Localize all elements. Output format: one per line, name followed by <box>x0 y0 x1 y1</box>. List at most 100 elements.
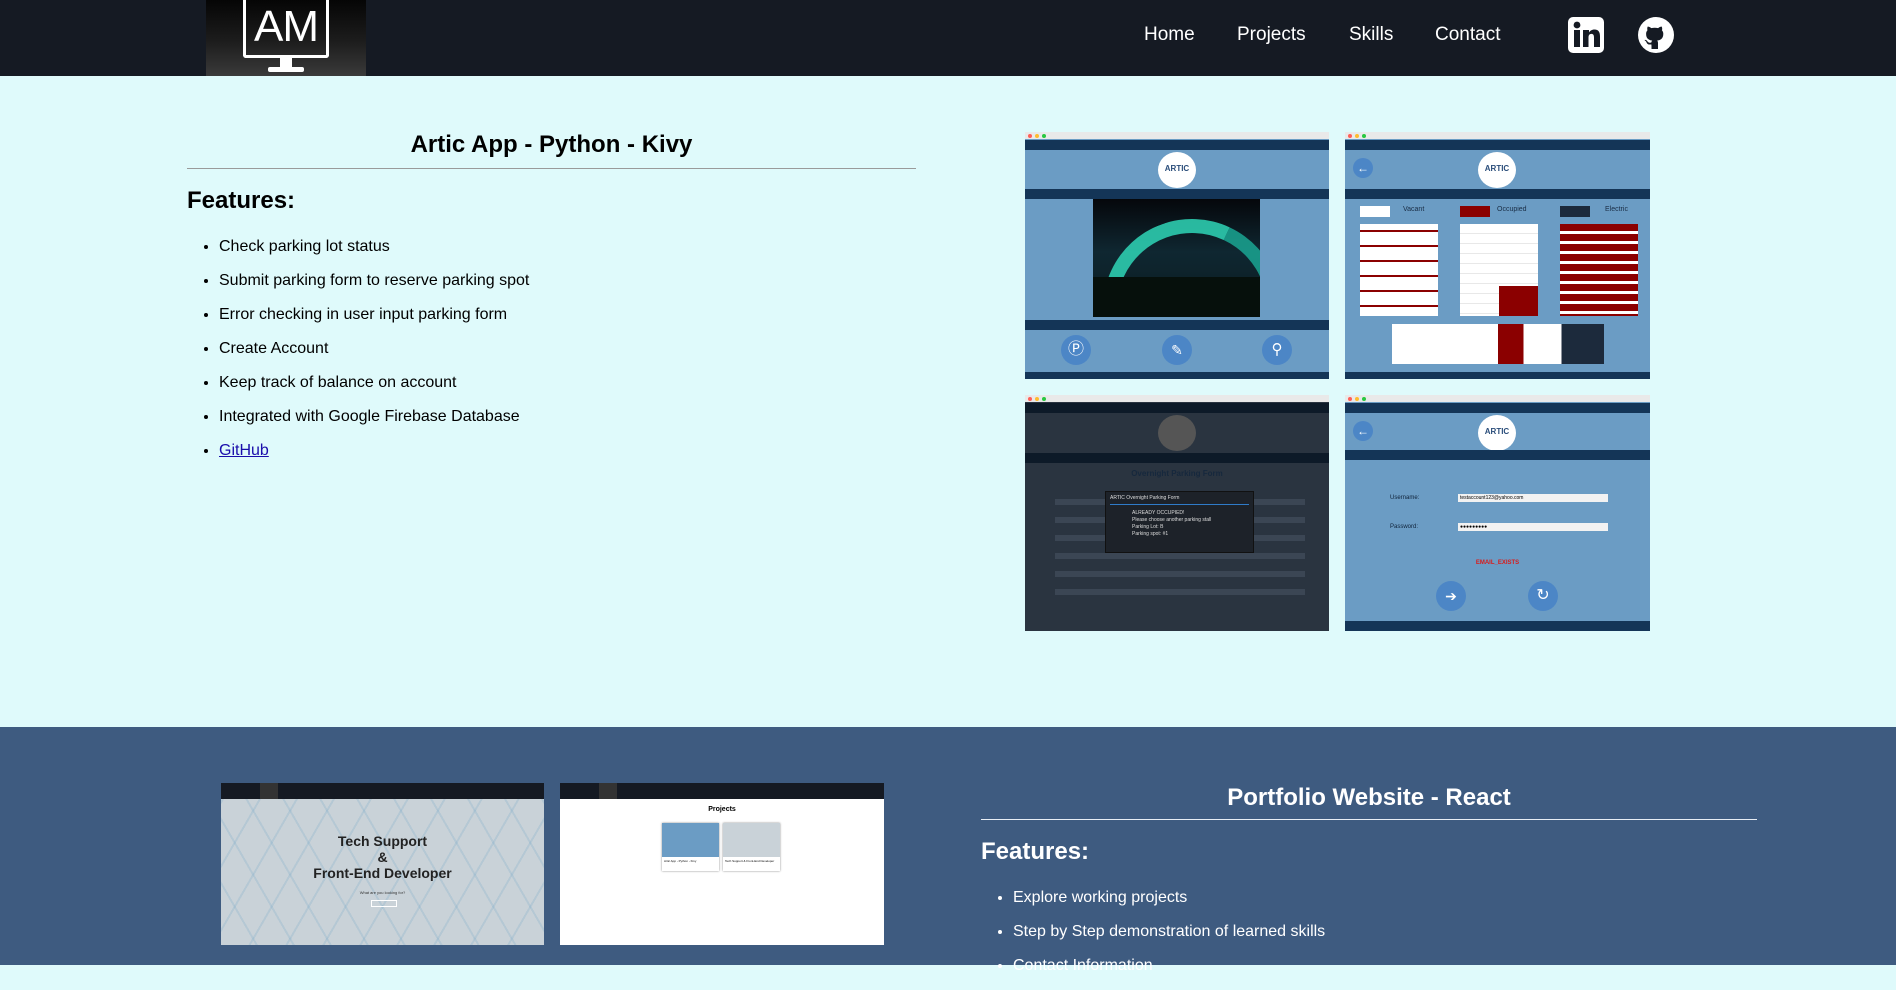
search-icon[interactable]: ⚲ <box>1262 335 1292 365</box>
parking-icon[interactable]: Ⓟ <box>1061 335 1091 365</box>
github-icon[interactable] <box>1637 16 1675 54</box>
username-label: Username: <box>1390 495 1420 501</box>
parking-row-bottom <box>1392 324 1604 364</box>
feature-item: Create Account <box>219 339 529 373</box>
legend-occupied-swatch <box>1460 206 1490 217</box>
screenshot-login[interactable]: ← ARTIC Username: testaccount123@yahoo.c… <box>1345 395 1650 631</box>
app-band <box>1345 450 1650 460</box>
window-min-dot <box>1355 397 1359 401</box>
features-heading: Features: <box>981 838 1090 865</box>
window-titlebar <box>1345 395 1650 402</box>
thumb-hero-button <box>371 900 397 907</box>
window-close-dot <box>1348 397 1352 401</box>
legend-electric-swatch <box>1560 206 1590 217</box>
logo-base <box>268 67 304 72</box>
station-photo <box>1093 199 1260 317</box>
thumb-card-image <box>723 823 780 857</box>
window-titlebar <box>1025 132 1329 139</box>
thumb-projects-page[interactable]: Projects Artic App - Python - Kivy Tech … <box>560 783 884 945</box>
nav-link-contact[interactable]: Contact <box>1435 24 1500 46</box>
password-label: Password: <box>1390 524 1419 530</box>
legend-vacant-swatch <box>1360 206 1390 217</box>
app-band <box>1345 140 1650 150</box>
app-band <box>1345 189 1650 199</box>
artic-logo-dimmed <box>1158 415 1196 451</box>
window-max-dot <box>1362 397 1366 401</box>
feature-item: Check parking lot status <box>219 237 529 271</box>
feature-item: Contact Information <box>1013 956 1325 990</box>
popup-message: ALREADY OCCUPIED! Please choose another … <box>1132 510 1212 537</box>
login-error: EMAIL_EXISTS <box>1475 560 1520 566</box>
screenshot-parking-form[interactable]: Overnight Parking Form ARTIC Overnight P… <box>1025 395 1329 631</box>
app-band <box>1025 140 1329 150</box>
thumb-hero-sub: What are you looking for? <box>359 890 406 895</box>
app-band <box>1025 403 1329 413</box>
window-max-dot <box>1042 134 1046 138</box>
features-list: Check parking lot status Submit parking … <box>187 237 529 475</box>
window-titlebar <box>1025 395 1329 402</box>
app-band <box>1025 189 1329 199</box>
feature-item-github: GitHub <box>219 441 529 475</box>
app-band <box>1345 403 1650 413</box>
navbar: AM Home Projects Skills Contact <box>0 0 1896 76</box>
form-title: Overnight Parking Form <box>1131 469 1223 478</box>
window-close-dot <box>1028 397 1032 401</box>
reset-icon[interactable]: ↻ <box>1528 581 1558 611</box>
thumb-home-page[interactable]: Tech Support & Front-End Developer What … <box>221 783 544 945</box>
window-titlebar <box>1345 132 1650 139</box>
back-icon[interactable]: ← <box>1353 158 1373 178</box>
thumb-project-card: Tech Support & Front-End Developer <box>723 823 780 871</box>
legend-occupied-label: Occupied <box>1497 206 1527 213</box>
form-icon[interactable]: ✎ <box>1162 335 1192 365</box>
github-link[interactable]: GitHub <box>219 442 269 459</box>
linkedin-icon[interactable] <box>1567 16 1605 54</box>
feature-item: Step by Step demonstration of learned sk… <box>1013 922 1325 956</box>
thumb-hero-heading: Tech Support & Front-End Developer <box>313 833 452 881</box>
project-title: Portfolio Website - React <box>1227 784 1511 811</box>
popup-dialog: ARTIC Overnight Parking Form ALREADY OCC… <box>1105 491 1254 553</box>
project-title: Artic App - Python - Kivy <box>410 131 693 158</box>
title-divider <box>981 819 1757 820</box>
password-field[interactable]: ●●●●●●●●● <box>1458 523 1608 531</box>
thumb-logo <box>599 783 617 799</box>
thumb-logo <box>260 783 278 799</box>
legend-electric-label: Electric <box>1605 206 1628 213</box>
features-list: Explore working projects Step by Step de… <box>981 888 1325 990</box>
username-field[interactable]: testaccount123@yahoo.com <box>1458 494 1608 502</box>
occupied-block <box>1499 286 1538 316</box>
window-max-dot <box>1042 397 1046 401</box>
feature-item: Submit parking form to reserve parking s… <box>219 271 529 305</box>
parking-lot-a <box>1360 224 1438 316</box>
parking-lot-c <box>1560 224 1638 316</box>
window-max-dot <box>1362 134 1366 138</box>
logo-text: AM <box>243 0 329 58</box>
feature-item: Integrated with Google Firebase Database <box>219 407 529 441</box>
thumb-project-card: Artic App - Python - Kivy <box>662 823 719 871</box>
app-band <box>1025 372 1329 379</box>
photo-trees <box>1093 277 1260 317</box>
site-logo[interactable]: AM <box>206 0 366 76</box>
artic-logo: ARTIC <box>1478 415 1516 451</box>
feature-item: Explore working projects <box>1013 888 1325 922</box>
thumb-card-image <box>662 823 719 857</box>
title-divider <box>187 168 916 169</box>
parking-lot-b <box>1460 224 1538 316</box>
window-min-dot <box>1035 134 1039 138</box>
login-submit-icon[interactable]: ➔ <box>1436 581 1466 611</box>
feature-item: Error checking in user input parking for… <box>219 305 529 339</box>
nav-link-projects[interactable]: Projects <box>1237 24 1306 46</box>
app-band <box>1345 372 1650 379</box>
project-section-2: Tech Support & Front-End Developer What … <box>0 727 1896 974</box>
nav-link-skills[interactable]: Skills <box>1349 24 1393 46</box>
screenshot-parking-grid[interactable]: ← ARTIC Vacant Occupied Electric <box>1345 132 1650 379</box>
window-min-dot <box>1035 397 1039 401</box>
back-icon[interactable]: ← <box>1353 421 1373 441</box>
legend-vacant-label: Vacant <box>1403 206 1425 213</box>
window-close-dot <box>1028 134 1032 138</box>
nav-link-home[interactable]: Home <box>1144 24 1195 46</box>
screenshot-home[interactable]: ARTIC Ⓟ ✎ ⚲ <box>1025 132 1329 379</box>
window-close-dot <box>1348 134 1352 138</box>
popup-title: ARTIC Overnight Parking Form <box>1110 495 1180 501</box>
artic-logo: ARTIC <box>1158 152 1196 188</box>
window-min-dot <box>1355 134 1359 138</box>
